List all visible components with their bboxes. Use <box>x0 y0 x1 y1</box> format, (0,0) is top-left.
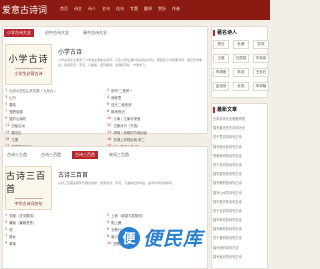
nav-item[interactable]: 首页 <box>60 6 68 12</box>
list-item[interactable]: 9 望庐山瀑布 <box>5 116 101 121</box>
article-link[interactable]: 描写秋天的诗句古诗 <box>213 144 265 149</box>
poet-link[interactable]: 辛弃疾 <box>253 54 269 63</box>
section1-tabs: 小学古诗大全 初中古诗大全 高中古诗大全 <box>4 29 110 37</box>
list-item[interactable]: 2 上邪（我欲与君相知） <box>107 213 203 218</box>
list-item[interactable]: 4 静夜思 <box>107 95 203 100</box>
book-title[interactable]: 小学古诗 <box>58 47 82 56</box>
tab-nineteen[interactable]: 古诗十九首 <box>4 151 30 159</box>
article-link[interactable]: 关于月亮的诗句古诗 <box>213 162 265 167</box>
article-link[interactable]: 关于友情的诗句古诗 <box>213 208 265 213</box>
poet-link[interactable]: 李清照 <box>213 68 229 77</box>
cover-subtitle: 小学生必背古诗 <box>14 68 43 77</box>
article-link[interactable]: 描写秋天的诗句古诗 <box>213 254 265 259</box>
article-link[interactable]: 描写梅花的诗句古诗 <box>213 226 265 231</box>
list-item[interactable]: 13 赠汪伦 <box>5 130 101 135</box>
list-item[interactable]: 16 饮湖上初晴后雨·其二 <box>107 137 203 142</box>
tab-three-hundred[interactable]: 古诗三百首 <box>38 151 64 159</box>
list-item[interactable]: 11 泊船瓜洲 <box>5 123 101 128</box>
nav-item[interactable]: 诗人 <box>88 6 96 12</box>
articles-list: 古风诗词大全唯美简短 描写春天的古诗词大全 关于思念的诗句古诗 描写秋天的诗句古… <box>213 116 265 259</box>
list-item[interactable]: 14 清明 / 清明时节雨纷纷 <box>107 130 203 135</box>
poets-heading: 著名诗人 <box>213 29 237 36</box>
watermark-logo: 便 便民库 <box>118 224 203 251</box>
nav-item[interactable]: 专题 <box>130 6 138 12</box>
nav-item[interactable]: 作者 <box>172 6 180 12</box>
nav-item[interactable]: 诗文 <box>74 6 82 12</box>
article-link[interactable]: 关于爱情的诗句古诗 <box>213 235 265 240</box>
article-link[interactable]: 描写荷花的诗句古诗 <box>213 217 265 222</box>
list-item[interactable]: 5氓 <box>5 227 101 232</box>
list-item[interactable]: 10 江南 / 江南可采莲 <box>107 116 203 121</box>
list-item[interactable]: 6 送元二使安西 <box>107 102 203 107</box>
poet-link[interactable]: 李白 <box>213 40 229 49</box>
poet-link[interactable]: 孟浩然 <box>213 82 229 91</box>
article-link[interactable]: 描写雪景的诗句古诗 <box>213 171 265 176</box>
nav-item[interactable]: 佳句 <box>116 6 124 12</box>
tab-song-ci[interactable]: 宋词三百首 <box>106 151 132 159</box>
nav-item[interactable]: 翻译 <box>144 6 152 12</box>
heading-accent <box>213 29 215 36</box>
watermark-text: 便民库 <box>143 228 204 250</box>
tab-three-hundred-active[interactable]: 古诗三百首 <box>72 151 98 159</box>
cover-title: 古诗三百首 <box>6 172 47 195</box>
list-item[interactable]: 9 黍离 <box>5 241 101 246</box>
book-title[interactable]: 古诗三百首 <box>58 170 88 179</box>
poet-link[interactable]: 白居易 <box>233 54 249 63</box>
article-link[interactable]: 描写雨的诗句古诗 <box>213 245 265 250</box>
list-item[interactable]: 1 关雎（关关雎鸠） <box>5 213 101 218</box>
poet-link[interactable]: 李商隐 <box>253 82 269 91</box>
cover-title: 小学古诗 <box>8 55 49 65</box>
poet-link[interactable]: 苏轼 <box>253 40 269 49</box>
top-navigation-bar: 爱意古诗词 首页 诗文 诗人 名句 佳句 专题 翻译 赏析 作者 <box>0 0 270 20</box>
article-link[interactable]: 描写春天的古诗词大全 <box>213 125 265 130</box>
watermark-icon: 便 <box>118 226 140 249</box>
list-item[interactable]: 5 春晓 <box>5 102 101 107</box>
nav-item[interactable]: 赏析 <box>158 6 166 12</box>
poet-link[interactable]: 杜牧 <box>233 82 249 91</box>
list-item[interactable]: 12 古朗月行（节选） <box>107 123 203 128</box>
list-item[interactable]: 8 枫桥夜泊 <box>107 109 203 114</box>
tab-primary[interactable]: 小学古诗大全 <box>4 29 34 37</box>
list-item[interactable]: 1 九月九日忆山东兄弟 / 九月九... <box>5 88 101 93</box>
article-link[interactable]: 描写离别的诗句古诗 <box>213 180 265 185</box>
site-logo[interactable]: 爱意古诗词 <box>2 3 47 16</box>
main-nav: 首页 诗文 诗人 名句 佳句 专题 翻译 赏析 作者 <box>60 6 180 12</box>
book-description: 古诗三百首是按年代顺序编排，收录唐诗、宋词、元曲等优秀作品，是中华诗词的精华。 <box>58 181 176 185</box>
articles-heading: 最新文章 <box>213 106 237 113</box>
book-description: 小学古诗大全收录了小学语文课本古诗词，以及小学生课外阅读的古诗词，帮助孩子们积累… <box>58 58 203 67</box>
tab-middle[interactable]: 初中古诗大全 <box>42 29 72 37</box>
article-link[interactable]: 关于思念的诗句古诗 <box>213 134 265 139</box>
poet-link[interactable]: 陆游 <box>233 68 249 77</box>
heading-accent <box>213 106 215 113</box>
article-link[interactable]: 描写夏天的诗句古诗 <box>213 199 265 204</box>
article-link[interactable]: 赞美老师的诗句古诗 <box>213 153 265 158</box>
book-cover-image[interactable]: 古诗三百首 中华古诗词名句 <box>5 166 52 210</box>
book-cover-image[interactable]: 小学古诗 小学生必背古诗 <box>5 44 52 85</box>
article-link[interactable]: 古风诗词大全唯美简短 <box>213 116 265 121</box>
tab-high[interactable]: 高中古诗大全 <box>80 29 110 37</box>
poet-link[interactable]: 王安石 <box>253 68 269 77</box>
list-item[interactable]: 7 登鹳雀楼 <box>5 109 101 114</box>
article-link[interactable]: 描写山水的诗句古诗 <box>213 190 265 195</box>
list-item[interactable]: 7 静女 <box>5 234 101 239</box>
list-item[interactable]: 3 蒹葭（蒹葭苍苍） <box>5 220 101 225</box>
list-item[interactable]: 2 绝句·二首其一 <box>107 88 203 93</box>
poet-link[interactable]: 杜甫 <box>233 40 249 49</box>
poet-link[interactable]: 王维 <box>213 54 229 63</box>
poets-grid: 李白 杜甫 苏轼 王维 白居易 辛弃疾 李清照 陆游 王安石 孟浩然 杜牧 李商… <box>213 40 269 91</box>
cover-subtitle: 中华古诗词名句 <box>14 198 43 207</box>
list-item[interactable]: 15 江雪 <box>5 137 101 142</box>
nav-item[interactable]: 名句 <box>102 6 110 12</box>
list-item[interactable]: 3 山行 <box>5 95 101 100</box>
section2-tabs: 古诗十九首 古诗三百首 古诗三百首 宋词三百首 <box>4 151 132 159</box>
